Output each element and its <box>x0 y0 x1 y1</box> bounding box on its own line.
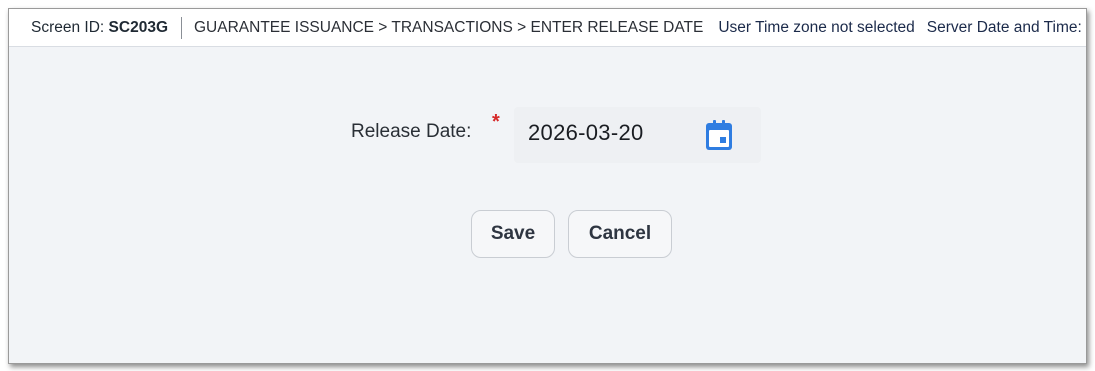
release-date-value[interactable]: 2026-03-20 <box>528 120 644 146</box>
form-actions: Save Cancel <box>471 210 672 258</box>
release-date-label: Release Date: <box>351 121 472 142</box>
screen-id: Screen ID: SC203G <box>9 19 181 37</box>
timezone-status: User Time zone not selected <box>718 18 915 36</box>
screen-id-value: SC203G <box>108 18 168 36</box>
release-date-field[interactable]: 2026-03-20 <box>514 107 761 163</box>
screen-id-label: Screen ID: <box>31 18 105 36</box>
calendar-icon[interactable] <box>704 119 734 151</box>
server-datetime-label: Server Date and Time: <box>926 18 1082 36</box>
top-info-bar: Screen ID: SC203G GUARANTEE ISSUANCE > T… <box>9 9 1086 47</box>
cancel-button[interactable]: Cancel <box>568 210 672 258</box>
breadcrumb: GUARANTEE ISSUANCE > TRANSACTIONS > ENTE… <box>194 18 704 36</box>
required-marker: * <box>492 111 500 133</box>
app-window: Screen ID: SC203G GUARANTEE ISSUANCE > T… <box>8 8 1087 364</box>
release-date-row: Release Date: * 2026-03-20 <box>9 107 1086 163</box>
save-button[interactable]: Save <box>471 210 555 258</box>
